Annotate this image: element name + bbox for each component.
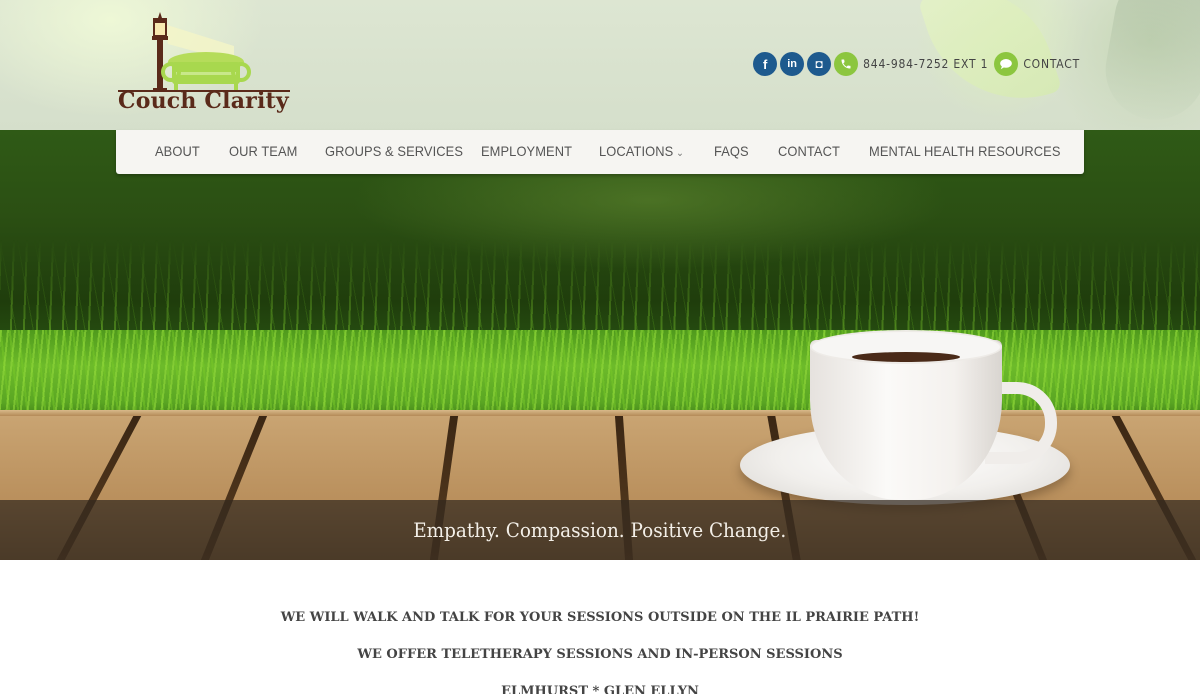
- chevron-down-icon: ⌄: [676, 148, 684, 159]
- nav-faqs[interactable]: FAQS: [714, 143, 749, 159]
- lamp-couch-logo-icon: [118, 12, 290, 92]
- hero-tagline: Empathy. Compassion. Positive Change.: [413, 518, 787, 542]
- nav-groups-services[interactable]: GROUPS & SERVICES: [325, 143, 463, 159]
- facebook-link[interactable]: f: [753, 52, 778, 76]
- nav-mental-health-resources[interactable]: MENTAL HEALTH RESOURCES: [869, 143, 1061, 159]
- linkedin-link[interactable]: in: [780, 52, 805, 76]
- chat-bubble-icon: [994, 52, 1019, 76]
- nav-locations-label: LOCATIONS: [599, 143, 674, 159]
- nav-employment[interactable]: EMPLOYMENT: [481, 143, 572, 159]
- nav-about[interactable]: ABOUT: [155, 143, 200, 159]
- phone-icon: [834, 52, 859, 76]
- nav-contact[interactable]: CONTACT: [778, 143, 840, 159]
- site-logo[interactable]: Couch Clarity: [116, 10, 292, 120]
- site-header: Couch Clarity f in ◘ 844-984-7252 EXT 1 …: [0, 0, 1200, 130]
- facebook-icon: f: [762, 56, 768, 72]
- announcement-locations: ELMHURST * GLEN ELLYN: [501, 684, 699, 694]
- announcement-walk-and-talk: WE WILL WALK AND TALK FOR YOUR SESSIONS …: [280, 610, 920, 625]
- nav-locations[interactable]: LOCATIONS ⌄: [599, 143, 684, 159]
- decorative-leaf: [1097, 0, 1200, 128]
- grass-blades: [0, 240, 1200, 340]
- header-contact-link[interactable]: CONTACT: [1023, 57, 1080, 71]
- logo-wordmark: Couch Clarity: [118, 88, 289, 114]
- instagram-icon: ◘: [815, 57, 823, 71]
- header-contact-bar: f in ◘ 844-984-7252 EXT 1 CONTACT: [753, 52, 1084, 76]
- tagline-bar: Empathy. Compassion. Positive Change.: [0, 500, 1200, 560]
- nav-our-team[interactable]: OUR TEAM: [229, 143, 297, 159]
- announcement-teletherapy: WE OFFER TELETHERAPY SESSIONS AND IN-PER…: [357, 647, 843, 662]
- instagram-link[interactable]: ◘: [807, 52, 832, 76]
- hero-banner: Empathy. Compassion. Positive Change.: [0, 130, 1200, 560]
- coffee-liquid: [852, 352, 960, 362]
- main-navigation: ABOUT OUR TEAM GROUPS & SERVICES EMPLOYM…: [116, 130, 1084, 174]
- linkedin-icon: in: [787, 58, 798, 70]
- main-content: WE WILL WALK AND TALK FOR YOUR SESSIONS …: [0, 560, 1200, 694]
- phone-number-link[interactable]: 844-984-7252 EXT 1: [863, 57, 988, 71]
